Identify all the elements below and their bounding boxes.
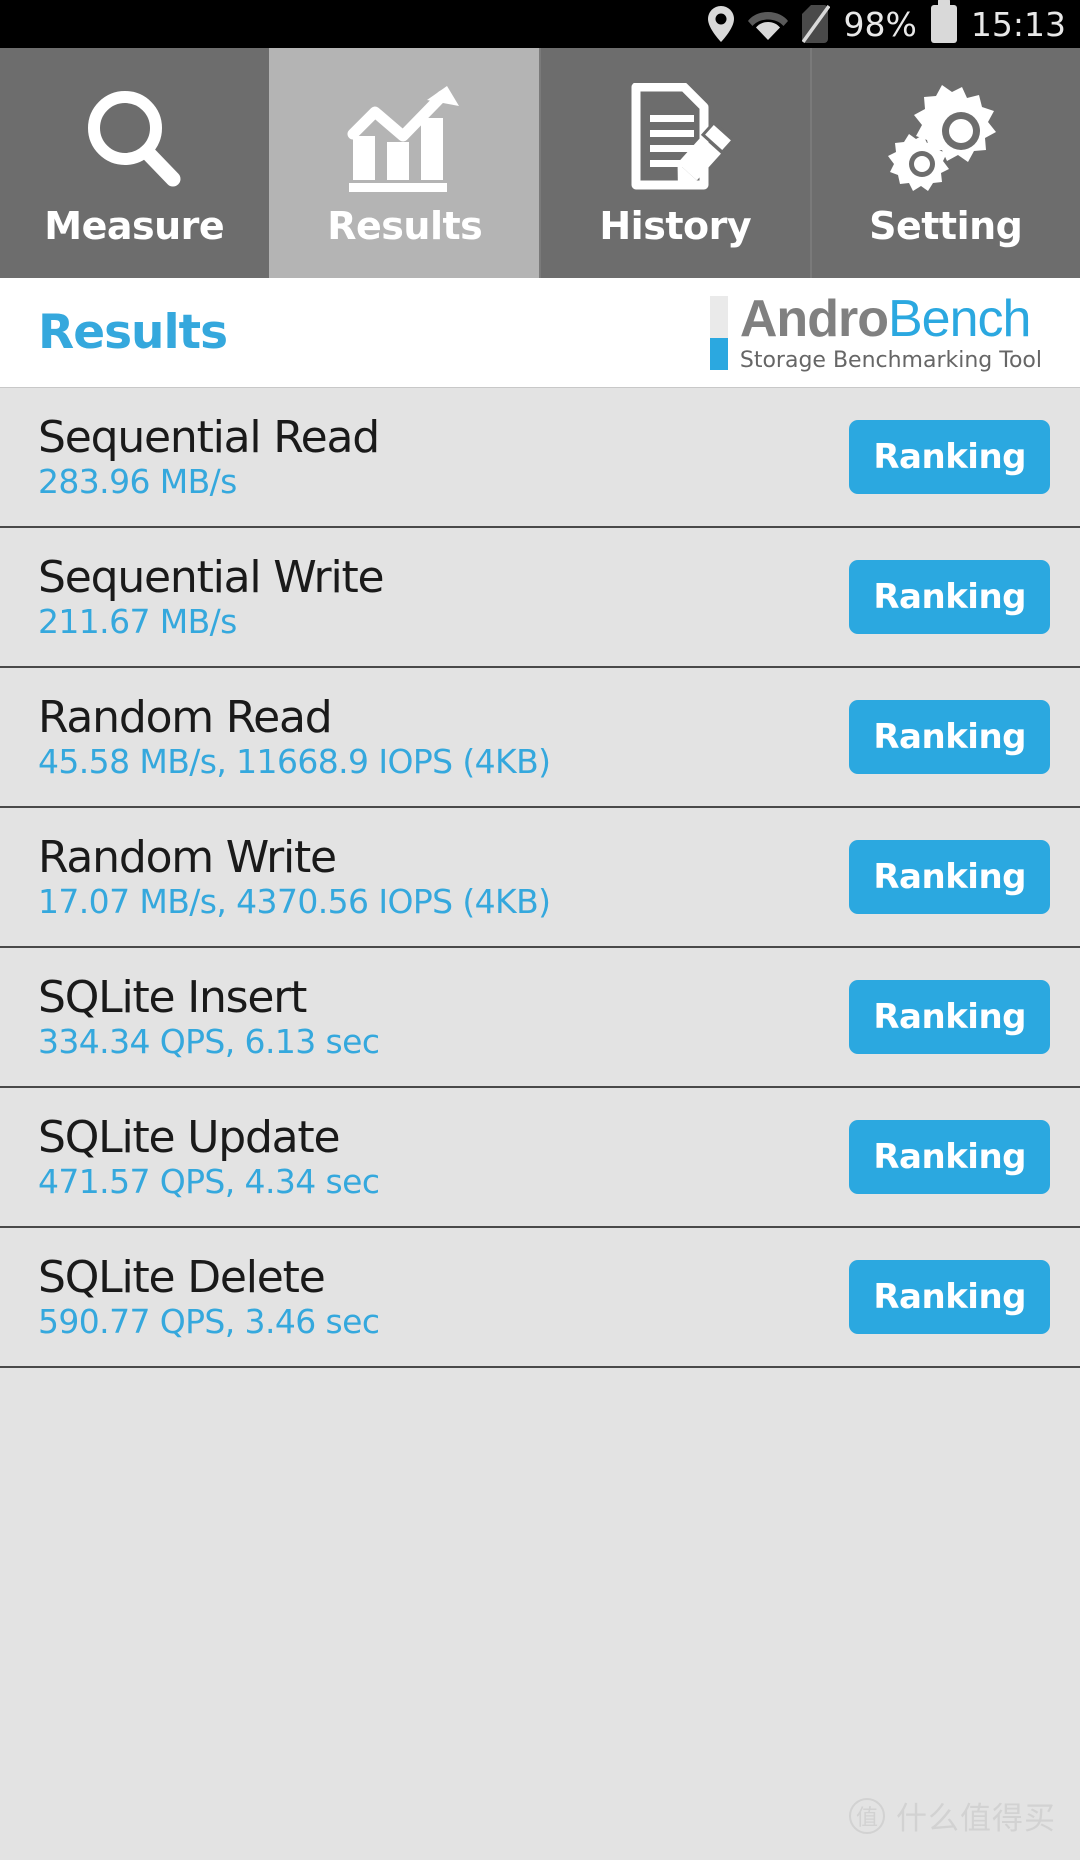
table-row: Random Read 45.58 MB/s, 11668.9 IOPS (4KB… — [0, 668, 1080, 808]
result-name: SQLite Update — [38, 1111, 341, 1163]
result-name: Sequential Write — [38, 551, 385, 603]
page-header: Results AndroBench Storage Benchmarking … — [0, 278, 1080, 388]
tab-history[interactable]: History — [539, 48, 810, 278]
table-row: Sequential Write 211.67 MB/s Ranking — [0, 528, 1080, 668]
tab-measure-label: Measure — [44, 204, 225, 248]
result-name: Random Read — [38, 691, 333, 743]
ranking-button[interactable]: Ranking — [849, 840, 1050, 914]
androbench-logo: AndroBench Storage Benchmarking Tool — [709, 293, 1052, 373]
tab-history-label: History — [599, 204, 752, 248]
sim-off-icon — [801, 5, 830, 43]
ranking-button[interactable]: Ranking — [849, 700, 1050, 774]
logo-subtitle: Storage Benchmarking Tool — [739, 347, 1042, 373]
logo-primary: Andro — [739, 289, 889, 348]
logo-bars-icon — [709, 295, 728, 370]
logo-secondary: Bench — [887, 289, 1031, 348]
result-value: 590.77 QPS, 3.46 sec — [38, 1301, 380, 1341]
result-name: SQLite Insert — [38, 971, 307, 1023]
document-pencil-icon — [618, 78, 733, 198]
ranking-button[interactable]: Ranking — [849, 560, 1050, 634]
result-value: 211.67 MB/s — [38, 601, 237, 641]
result-text: Sequential Read 283.96 MB/s — [38, 411, 380, 501]
result-text: SQLite Delete 590.77 QPS, 3.46 sec — [38, 1251, 380, 1341]
tab-setting[interactable]: Setting — [809, 48, 1080, 278]
result-text: Random Read 45.58 MB/s, 11668.9 IOPS (4KB… — [38, 691, 551, 781]
results-list: Sequential Read 283.96 MB/s Ranking Sequent… — [0, 388, 1080, 1368]
table-row: SQLite Delete 590.77 QPS, 3.46 sec Ranking — [0, 1228, 1080, 1368]
clock-label: 15:13 — [970, 4, 1066, 44]
result-text: Sequential Write 211.67 MB/s — [38, 551, 385, 641]
table-row: Sequential Read 283.96 MB/s Ranking — [0, 388, 1080, 528]
result-name: Random Write — [38, 831, 337, 883]
battery-icon — [930, 0, 957, 43]
app-root: 98% 15:13 Measure Results History Settin… — [0, 0, 1080, 1860]
watermark-label: 什么值得买 — [896, 1801, 1056, 1837]
gears-icon — [887, 78, 1005, 198]
result-value: 471.57 QPS, 4.34 sec — [38, 1161, 380, 1201]
result-value: 45.58 MB/s, 11668.9 IOPS (4KB) — [38, 741, 551, 781]
status-bar: 98% 15:13 — [0, 0, 1080, 48]
result-text: SQLite Insert 334.34 QPS, 6.13 sec — [38, 971, 380, 1061]
tab-measure[interactable]: Measure — [0, 48, 269, 278]
result-name: SQLite Delete — [38, 1251, 326, 1303]
magnifier-icon — [80, 78, 188, 198]
result-value: 17.07 MB/s, 4370.56 IOPS (4KB) — [38, 881, 551, 921]
table-row: SQLite Insert 334.34 QPS, 6.13 sec Ranking — [0, 948, 1080, 1088]
battery-percent-label: 98% — [843, 4, 917, 44]
bar-chart-arrow-icon — [347, 78, 462, 198]
result-text: Random Write 17.07 MB/s, 4370.56 IOPS (4K… — [38, 831, 551, 921]
wifi-icon — [747, 8, 788, 40]
watermark: 值 什么值得买 — [849, 1793, 1056, 1838]
tab-results[interactable]: Results — [268, 48, 539, 278]
table-row: Random Write 17.07 MB/s, 4370.56 IOPS (4K… — [0, 808, 1080, 948]
ranking-button[interactable]: Ranking — [849, 1120, 1050, 1194]
result-name: Sequential Read — [38, 411, 380, 463]
main-tab-bar: Measure Results History Setting — [0, 48, 1080, 278]
logo-text: AndroBench Storage Benchmarking Tool — [740, 293, 1042, 373]
watermark-logo-icon: 值 — [849, 1797, 885, 1834]
tab-results-label: Results — [327, 204, 483, 248]
result-value: 334.34 QPS, 6.13 sec — [38, 1021, 380, 1061]
ranking-button[interactable]: Ranking — [849, 980, 1050, 1054]
table-row: SQLite Update 471.57 QPS, 4.34 sec Ranking — [0, 1088, 1080, 1228]
result-value: 283.96 MB/s — [38, 461, 237, 501]
result-text: SQLite Update 471.57 QPS, 4.34 sec — [38, 1111, 380, 1201]
page-title: Results — [38, 305, 228, 360]
ranking-button[interactable]: Ranking — [849, 420, 1050, 494]
location-icon — [707, 6, 734, 42]
tab-setting-label: Setting — [869, 204, 1023, 248]
ranking-button[interactable]: Ranking — [849, 1260, 1050, 1334]
